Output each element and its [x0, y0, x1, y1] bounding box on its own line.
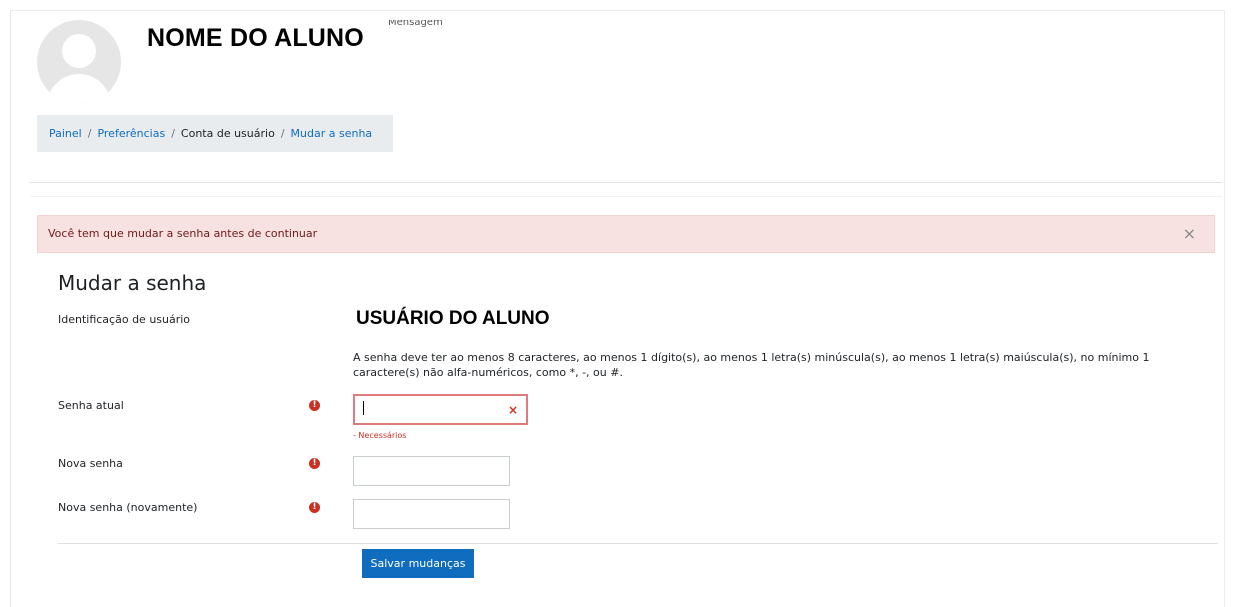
close-icon[interactable]: ×	[508, 403, 518, 417]
new-password-label: Nova senha	[58, 457, 123, 470]
exclamation-circle-icon: !	[309, 502, 320, 513]
current-password-input[interactable]	[353, 394, 528, 425]
breadcrumb-mudar-senha[interactable]: Mudar a senha	[291, 127, 373, 140]
divider	[30, 182, 1222, 183]
breadcrumb-preferencias[interactable]: Preferências	[97, 127, 165, 140]
divider	[58, 543, 1218, 544]
alert-text: Você tem que mudar a senha antes de cont…	[48, 227, 318, 240]
breadcrumb-separator: /	[280, 127, 285, 140]
breadcrumb-painel[interactable]: Painel	[49, 127, 82, 140]
avatar-head-shape	[62, 34, 96, 68]
new-password-again-input[interactable]	[353, 499, 510, 529]
close-icon[interactable]: ×	[1183, 216, 1196, 252]
breadcrumb-separator: /	[171, 127, 175, 140]
new-password-input[interactable]	[353, 456, 510, 486]
form-title: Mudar a senha	[58, 271, 207, 295]
username-value: USUÁRIO DO ALUNO	[356, 308, 550, 329]
exclamation-circle-icon: !	[309, 458, 320, 469]
message-link[interactable]: Mensagem	[388, 20, 443, 30]
breadcrumb: Painel / Preferências / Conta de usuário / Mud…	[37, 115, 393, 152]
student-name: NOME DO ALUNO	[147, 24, 364, 52]
avatar[interactable]	[37, 20, 121, 104]
page-frame	[10, 10, 1225, 607]
password-rules: A senha deve ter ao menos 8 caracteres, …	[353, 351, 1150, 379]
breadcrumb-separator: /	[87, 127, 92, 140]
save-button[interactable]: Salvar mudanças	[362, 549, 474, 578]
exclamation-circle-icon: !	[309, 400, 320, 411]
avatar-body-shape	[47, 74, 111, 104]
current-password-error: - Necessários	[353, 431, 407, 440]
current-password-label: Senha atual	[58, 399, 124, 412]
breadcrumb-conta-usuario: Conta de usuário	[180, 127, 275, 140]
alert-banner: Você tem que mudar a senha antes de cont…	[37, 215, 1215, 253]
text-caret	[363, 401, 364, 415]
new-password-again-label: Nova senha (novamente)	[58, 501, 198, 514]
username-label: Identificação de usuário	[58, 313, 191, 326]
divider	[30, 196, 1222, 197]
